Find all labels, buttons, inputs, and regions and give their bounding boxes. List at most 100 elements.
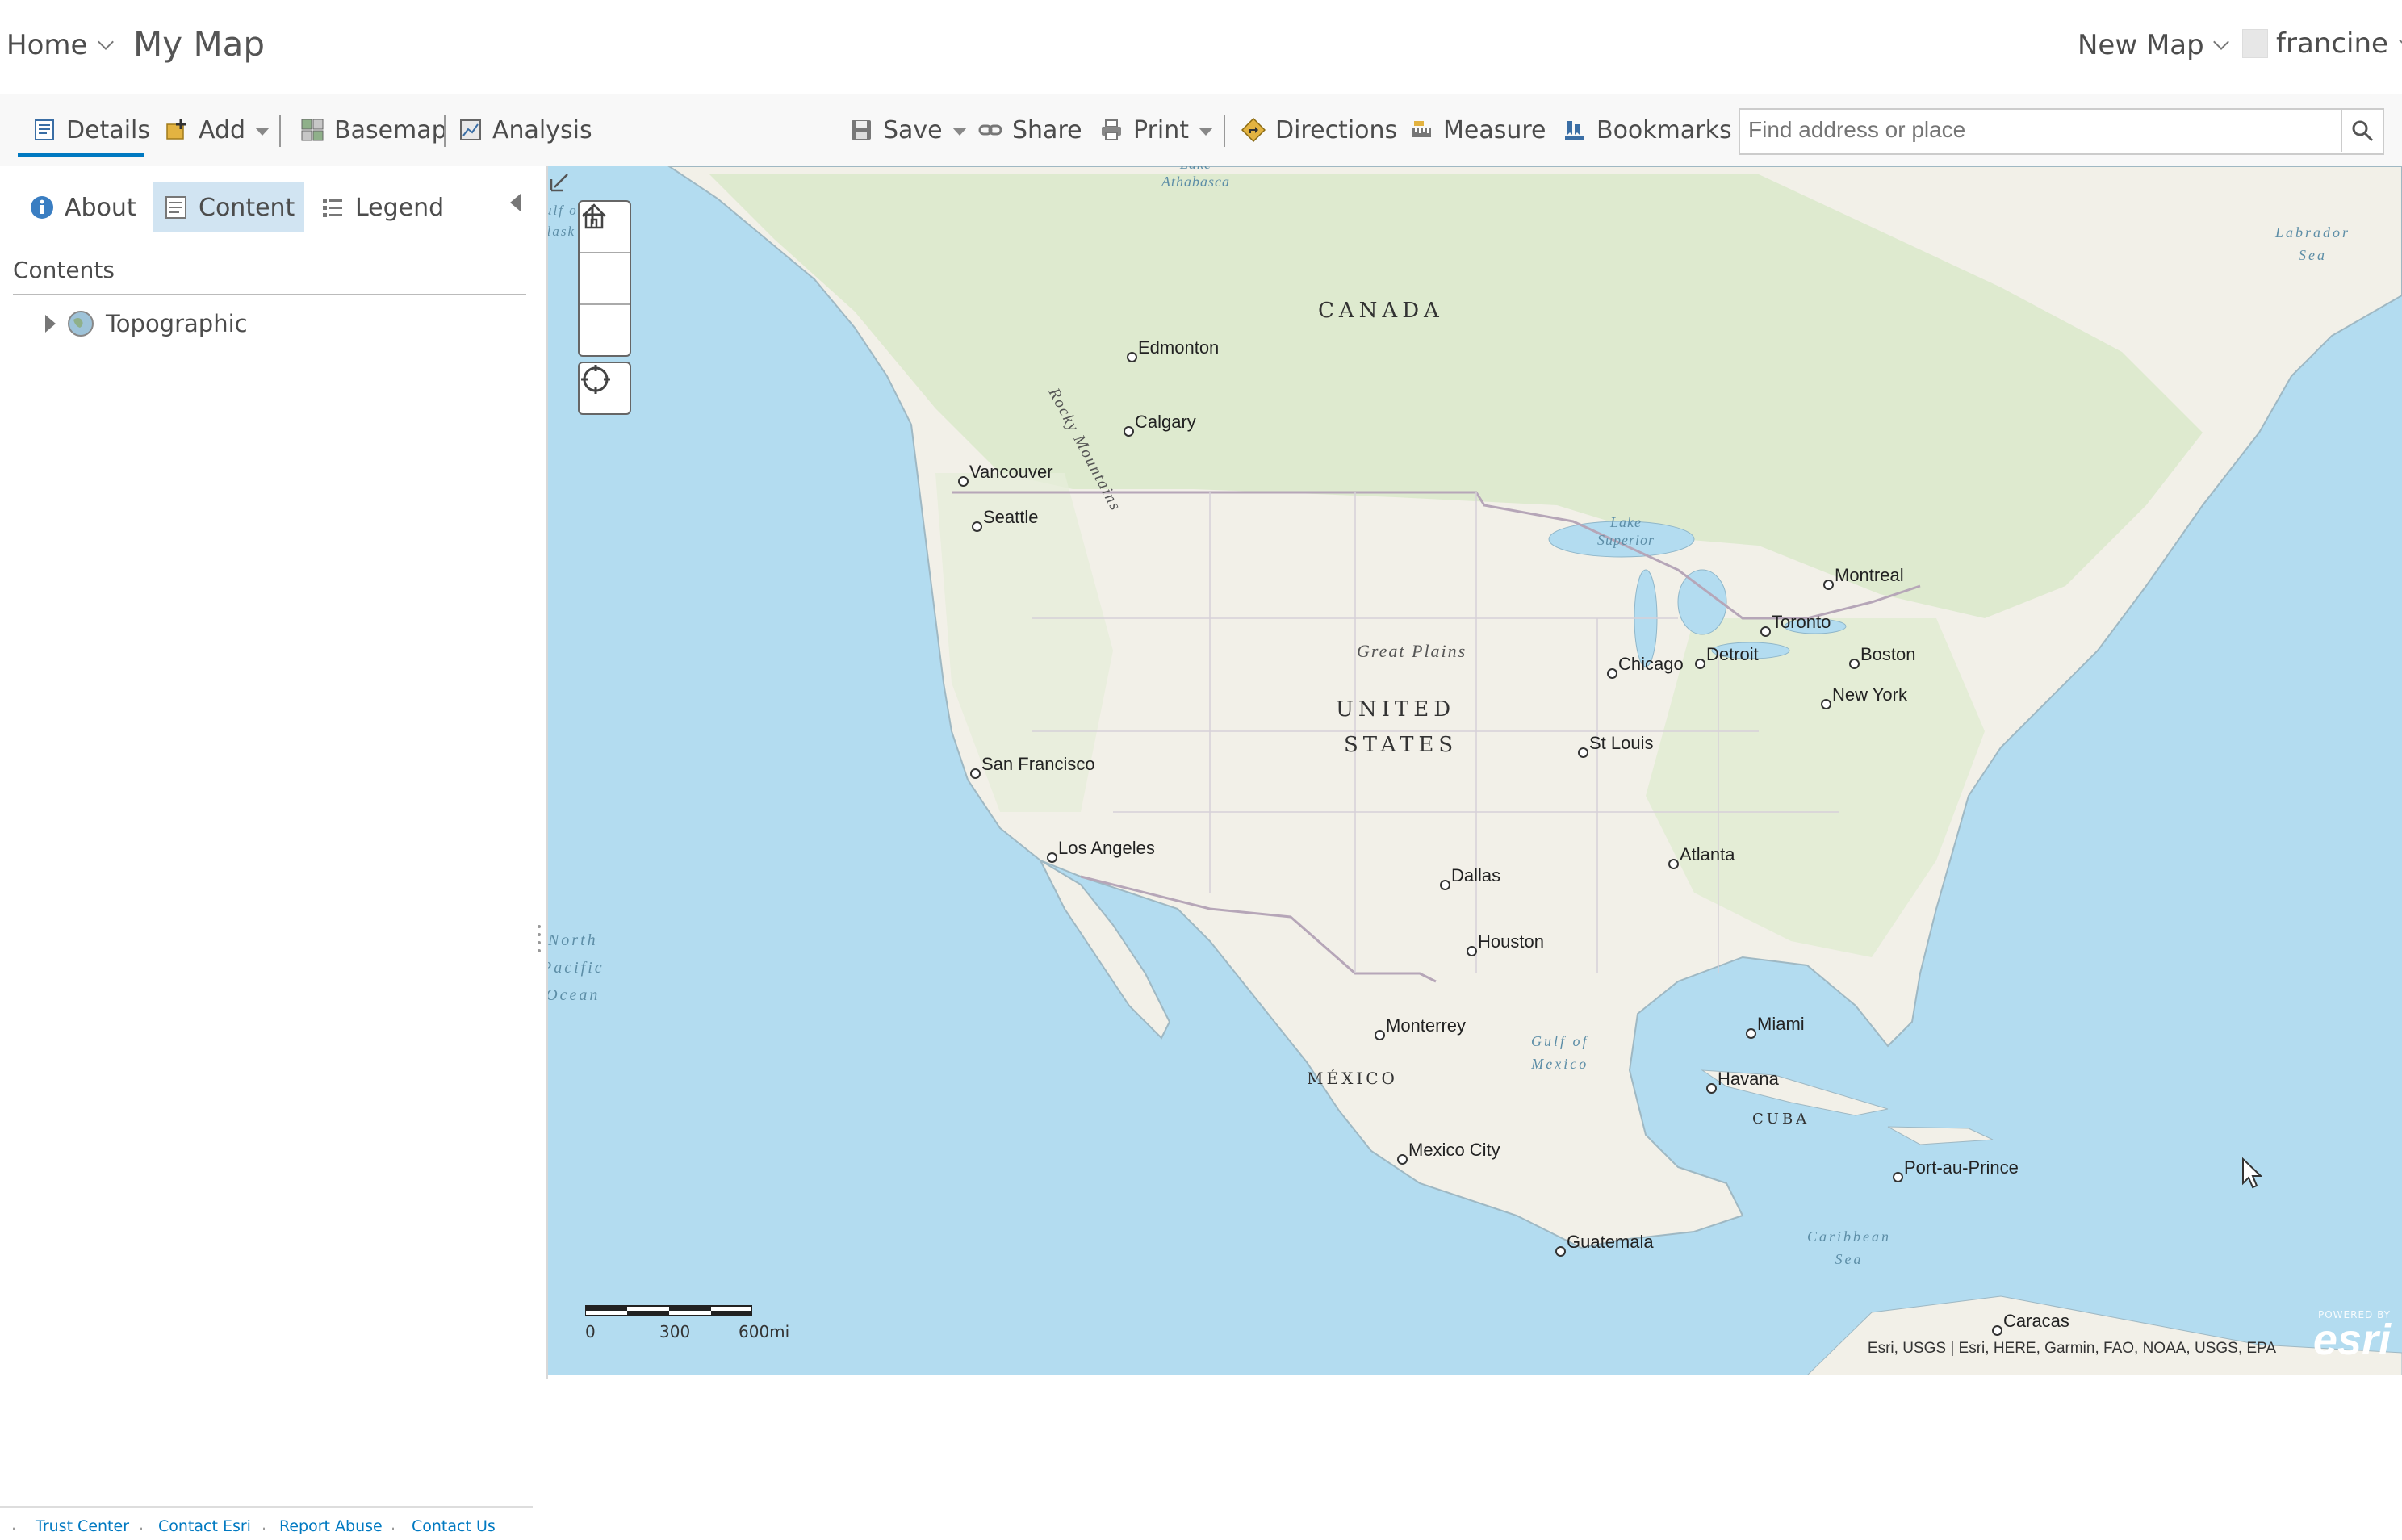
search-button[interactable] [2341,110,2383,152]
home-label: Home [6,29,88,61]
separator-dot: . [262,1516,267,1534]
country-label-mexico: MÉXICO [1307,1069,1398,1088]
home-menu[interactable]: Home [6,29,115,61]
map-view[interactable]: CANADA UNITED STATES MÉXICO CUBA Great P… [548,166,2402,1375]
zoom-out-button[interactable] [580,213,630,355]
expand-icon[interactable] [548,171,571,194]
city-marker [970,768,981,779]
add-button[interactable]: Add [165,94,270,166]
printer-icon [1102,119,1121,140]
country-label-united: UNITED [1336,697,1456,722]
tab-legend[interactable]: Legend [310,182,454,232]
caret-down-icon [952,128,967,136]
city-name: St Louis [1589,733,1654,753]
toolbar-divider [279,115,281,147]
share-link-icon [978,124,1002,136]
contact-esri-link[interactable]: Contact Esri [158,1517,251,1535]
city-name: Boston [1860,644,1916,664]
city-label: Edmonton [1127,337,1220,362]
new-map-label: New Map [2078,29,2204,61]
city-marker [1821,699,1831,709]
search-input[interactable] [1740,110,2354,150]
city-name: San Francisco [981,754,1095,774]
city-name: Havana [1718,1069,1779,1089]
zoom-control [578,200,631,357]
city-label: Montreal [1823,565,1904,590]
city-name: Guatemala [1567,1232,1654,1252]
print-label: Print [1133,115,1190,144]
print-button[interactable]: Print [1099,94,1214,166]
analysis-button[interactable]: Analysis [458,94,592,166]
basemap-button[interactable]: Basemap [300,94,447,166]
esri-logo-powered: POWERED BY [2317,1309,2391,1320]
bookmarks-button[interactable]: Bookmarks [1563,94,1732,166]
details-icon [35,119,54,140]
city-label: Vancouver [958,462,1053,487]
share-label: Share [1012,115,1082,144]
user-name: francine [2276,27,2388,60]
city-marker [1992,1325,2002,1336]
save-label: Save [883,115,943,144]
footer-links: . Trust Center . Contact Esri . Report A… [0,1506,533,1540]
contents-heading: Contents [13,257,115,283]
city-label: Miami [1746,1014,1805,1039]
chevron-down-icon [2212,34,2229,50]
map-attribution[interactable]: Esri, USGS | Esri, HERE, Garmin, FAO, NO… [1868,1340,2276,1358]
new-map-menu[interactable]: New Map [2078,29,2230,61]
city-name: Atlanta [1680,844,1735,864]
expand-arrow-icon[interactable] [45,315,56,333]
collapse-panel-button[interactable] [510,194,521,211]
measure-icon [1412,121,1431,137]
tab-about[interactable]: About [19,182,146,232]
default-extent-button[interactable] [580,203,630,305]
city-marker [1440,880,1450,890]
directions-button[interactable]: Directions [1241,94,1397,166]
tab-legend-label: Legend [355,193,445,222]
caret-down-icon [1199,128,1214,136]
scale-label-mid: 300 [659,1322,691,1341]
layer-item[interactable]: Topographic [45,310,248,337]
city-marker [958,476,969,487]
separator-dot: . [391,1516,396,1534]
chevron-down-icon [2399,32,2402,48]
city-marker [1127,352,1137,362]
save-button[interactable]: Save [849,94,967,166]
city-marker [972,521,982,532]
content-icon [165,196,186,219]
city-name: Edmonton [1138,337,1220,358]
share-button[interactable]: Share [978,94,1082,166]
water-label-gulf-of-alaska: ulf o lask [548,203,578,239]
measure-button[interactable]: Measure [1409,94,1546,166]
water-label-north-pacific: North Pacific Ocean [548,931,605,1004]
active-tab-indicator [18,153,144,157]
city-label: New York [1821,684,1907,709]
city-name: Calgary [1135,412,1196,432]
city-marker [1706,1083,1717,1094]
city-name: Houston [1478,931,1544,952]
contact-us-link[interactable]: Contact Us [412,1517,496,1535]
search-box [1739,108,2384,155]
scale-label-zero: 0 [585,1322,596,1341]
details-label: Details [66,115,151,144]
trust-center-link[interactable]: Trust Center [36,1517,129,1535]
directions-icon [1241,118,1266,142]
analysis-icon [460,119,481,140]
esri-logo-text: esri [2312,1316,2391,1364]
city-label: Seattle [972,507,1039,532]
info-icon [31,196,53,219]
basemap-topographic [667,166,2402,1375]
add-label: Add [199,115,246,144]
user-menu[interactable]: francine [2242,27,2402,60]
layer-name: Topographic [106,310,248,337]
panel-resize-handle[interactable] [538,925,541,957]
locate-button[interactable] [578,362,631,415]
tab-content[interactable]: Content [153,182,305,232]
city-label: Los Angeles [1047,838,1155,863]
separator-dot: . [11,1516,17,1534]
city-name: Toronto [1772,612,1831,632]
report-abuse-link[interactable]: Report Abuse [279,1517,383,1535]
city-name: Seattle [983,507,1039,527]
map-title: My Map [133,24,266,64]
analysis-label: Analysis [492,115,592,144]
city-marker [1695,659,1705,669]
